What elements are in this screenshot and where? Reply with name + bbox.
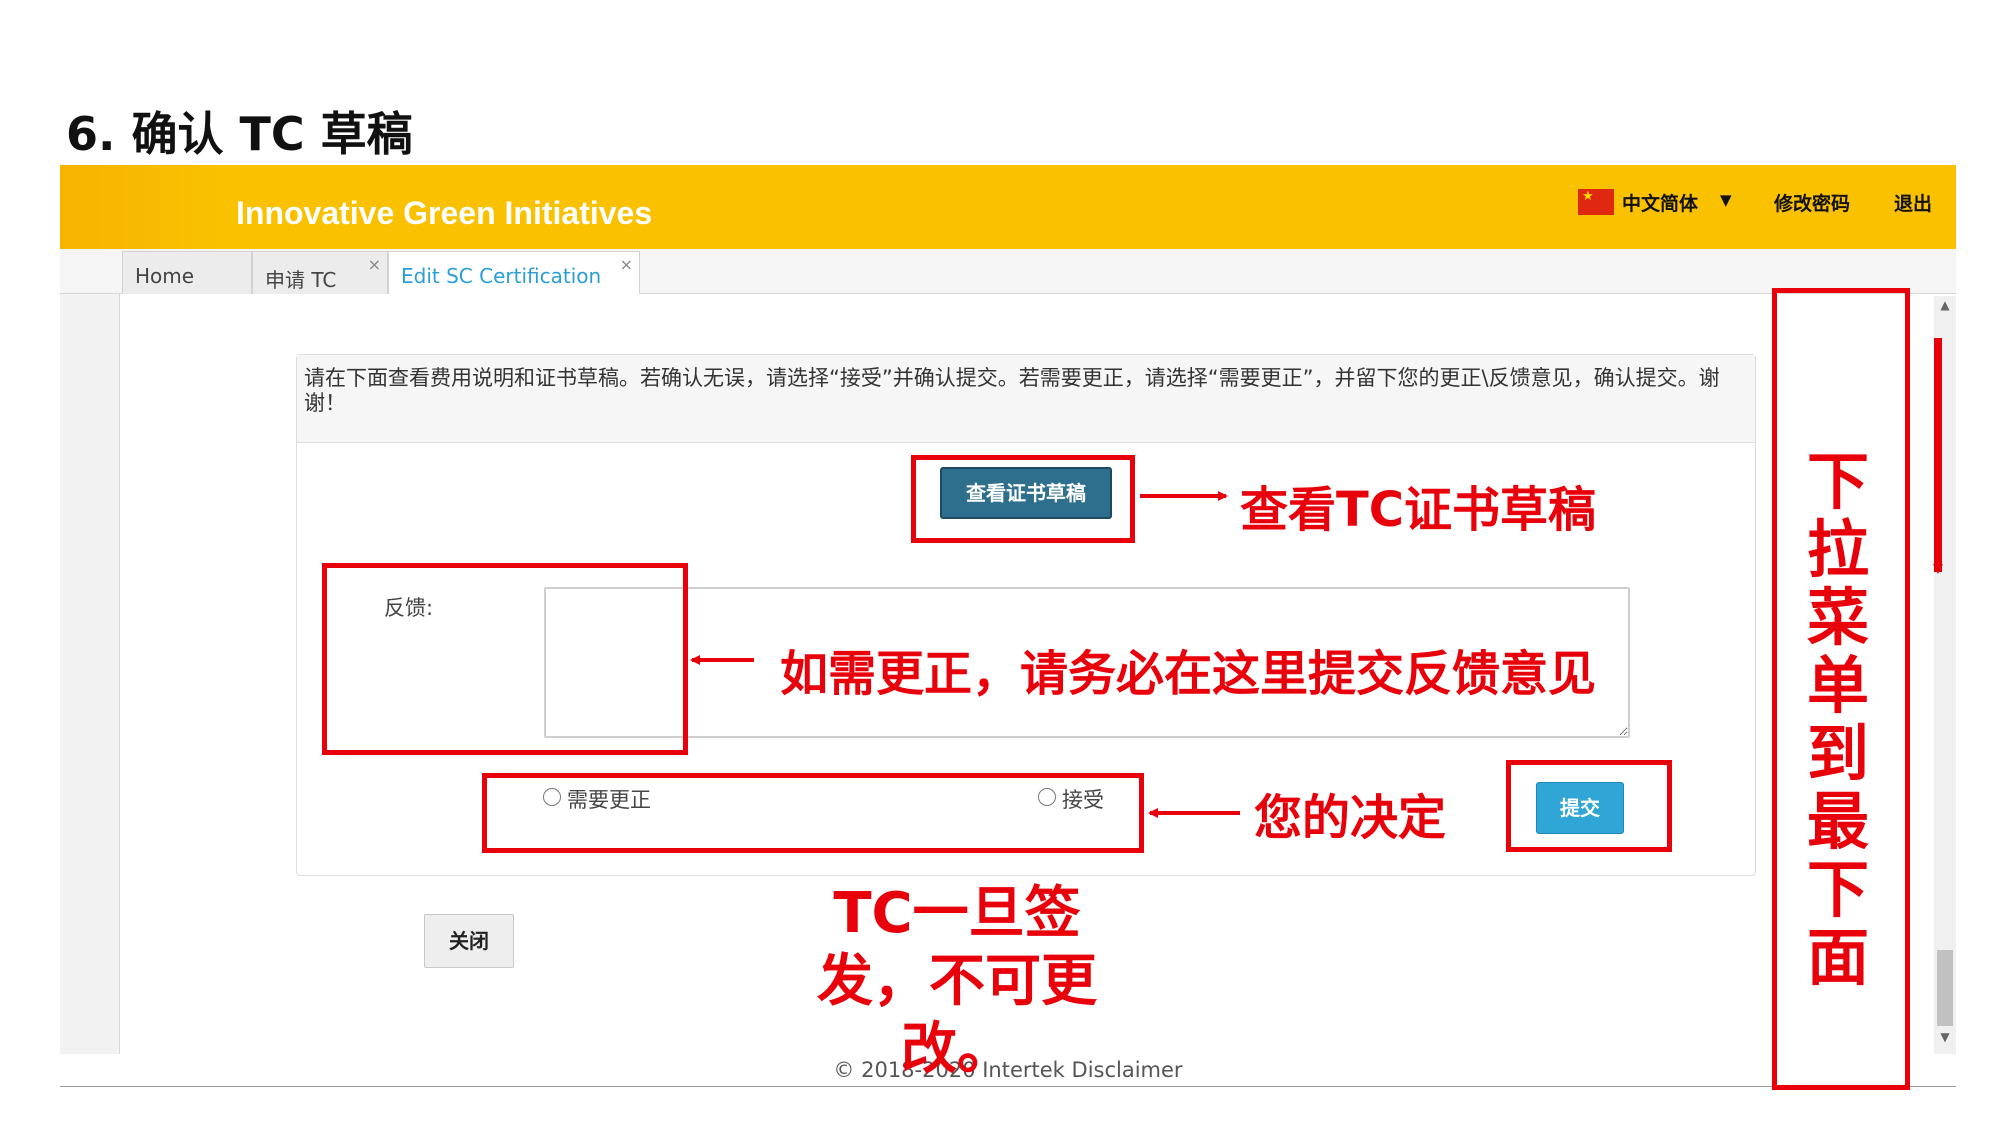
annotation-view-draft: 查看TC证书草稿 (1240, 482, 1596, 538)
annotation-feedback: 如需更正，请务必在这里提交反馈意见 (780, 646, 1597, 702)
annotation-decision: 您的决定 (1254, 790, 1447, 846)
annotation-scroll-note: 下拉菜单到最下面 (1806, 445, 1869, 994)
annotation-issued-note: TC一旦签发，不可更改。 (817, 881, 1097, 1082)
